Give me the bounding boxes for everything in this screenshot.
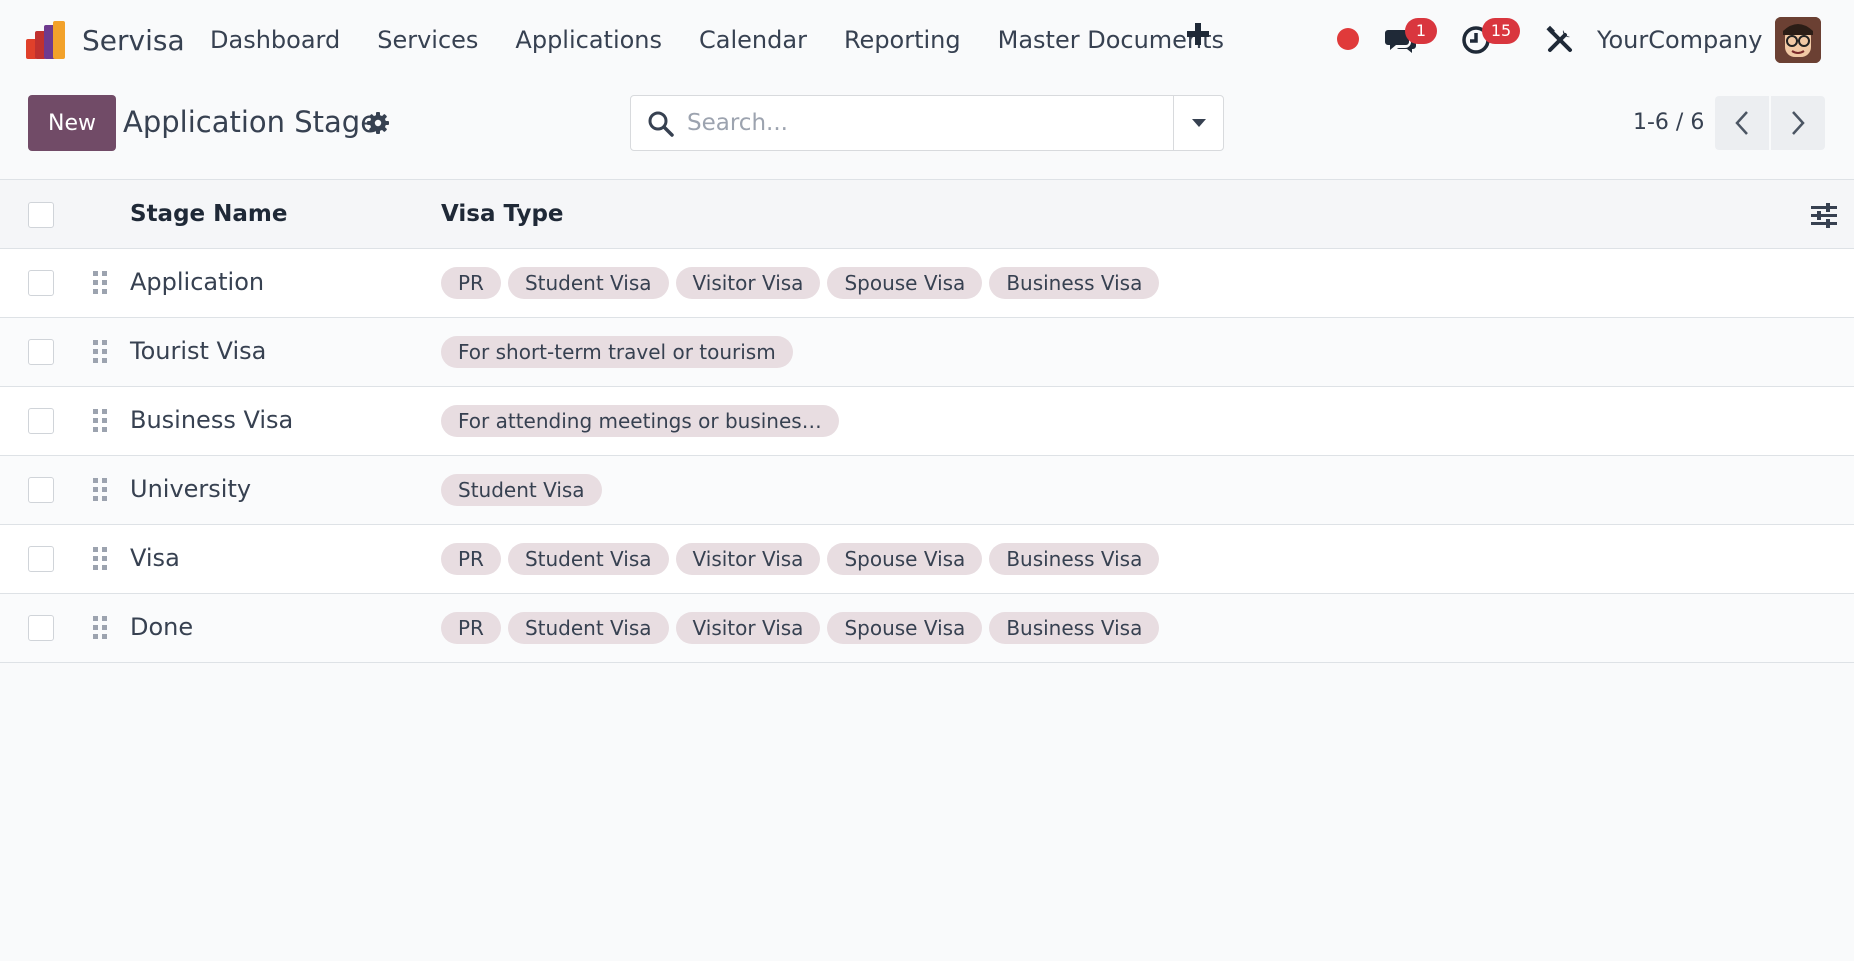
search-bar [630,95,1287,151]
table-body: Application PR Student Visa Visitor Visa Spo… [0,249,1854,663]
visa-type-tag: Student Visa [507,543,669,575]
visa-type-tag: Spouse Visa [827,543,983,575]
visa-type-tag: Spouse Visa [827,267,983,299]
table-row[interactable]: Business Visa For attending meetings or b… [0,387,1854,456]
pager-previous-button[interactable] [1715,96,1769,150]
visa-type-tag: Business Visa [989,612,1160,644]
page-title: Application Stage [123,105,379,139]
column-header-visa-type[interactable]: Visa Type [441,201,564,227]
visa-type-tag: For short-term travel or tourism [441,336,793,368]
visa-type-tags: PR Student Visa Visitor Visa Spouse Visa Bus… [441,543,1166,575]
visa-type-tag: PR [441,543,501,575]
activities-badge: 15 [1482,18,1520,44]
stage-name-cell[interactable]: Application [130,268,264,296]
stage-name-cell[interactable]: Business Visa [130,406,293,434]
table-row[interactable]: Application PR Student Visa Visitor Visa Spo… [0,249,1854,318]
table-row[interactable]: University Student Visa [0,456,1854,525]
search-options-toggle[interactable] [1174,96,1224,150]
visa-type-tags: For attending meetings or busines… [441,405,846,437]
user-avatar[interactable] [1775,17,1821,63]
tools-icon[interactable] [1545,25,1575,55]
chevron-right-icon [1792,111,1805,135]
stage-list-table: Stage Name Visa Type Application PR Studen… [0,179,1854,663]
visa-type-tag: Business Visa [989,267,1160,299]
gear-icon[interactable] [366,111,390,135]
menu-item-calendar[interactable]: Calendar [699,26,807,54]
visa-type-tag: PR [441,612,501,644]
visa-type-tag: Business Visa [989,543,1160,575]
stage-name-cell[interactable]: Tourist Visa [130,337,266,365]
row-checkbox[interactable] [28,270,54,296]
visa-type-tag: Visitor Visa [675,543,821,575]
menu-item-dashboard[interactable]: Dashboard [210,26,340,54]
table-header: Stage Name Visa Type [0,179,1854,249]
menu-item-services[interactable]: Services [377,26,478,54]
visa-type-tag: Student Visa [441,474,602,506]
visa-type-tags: PR Student Visa Visitor Visa Spouse Visa Bus… [441,267,1166,299]
main-menu: Dashboard Services Applications Calendar… [210,26,1261,54]
caret-down-icon [1192,119,1206,127]
search-icon [647,110,675,138]
row-checkbox[interactable] [28,408,54,434]
menu-item-applications[interactable]: Applications [515,26,662,54]
status-dot-icon[interactable] [1337,28,1359,50]
stage-name-cell[interactable]: Visa [130,544,180,572]
visa-type-tag: Visitor Visa [675,612,821,644]
visa-type-tags: For short-term travel or tourism [441,336,800,368]
drag-handle-icon[interactable] [91,545,109,573]
row-checkbox[interactable] [28,546,54,572]
menu-item-reporting[interactable]: Reporting [844,26,961,54]
plus-icon[interactable] [1186,22,1210,52]
visa-type-tag: Spouse Visa [827,612,983,644]
table-row[interactable]: Done PR Student Visa Visitor Visa Spouse Vis… [0,594,1854,663]
app-name[interactable]: Servisa [82,24,185,57]
visa-type-tags: PR Student Visa Visitor Visa Spouse Visa Bus… [441,612,1166,644]
row-checkbox[interactable] [28,477,54,503]
drag-handle-icon[interactable] [91,476,109,504]
visa-type-tag: Student Visa [507,267,669,299]
visa-type-tags: Student Visa [441,474,609,506]
drag-handle-icon[interactable] [91,407,109,435]
visa-type-tag: Visitor Visa [675,267,821,299]
visa-type-tag: For attending meetings or busines… [441,405,839,437]
stage-name-cell[interactable]: Done [130,613,193,641]
company-switcher[interactable]: YourCompany [1597,26,1762,54]
stage-name-cell[interactable]: University [130,475,251,503]
drag-handle-icon[interactable] [91,338,109,366]
visa-type-tag: PR [441,267,501,299]
optional-columns-sliders-icon[interactable] [1810,202,1838,228]
select-all-checkbox[interactable] [28,202,54,228]
new-button[interactable]: New [28,95,116,151]
visa-type-tag: Student Visa [507,612,669,644]
app-logo-icon[interactable] [26,21,66,61]
chevron-left-icon [1735,111,1748,135]
drag-handle-icon[interactable] [91,269,109,297]
pager-next-button[interactable] [1771,96,1825,150]
top-navbar: Servisa Dashboard Services Applications … [0,0,1854,80]
row-checkbox[interactable] [28,339,54,365]
messages-badge: 1 [1405,18,1437,44]
column-header-stage-name[interactable]: Stage Name [130,201,288,227]
table-row[interactable]: Visa PR Student Visa Visitor Visa Spouse Vis… [0,525,1854,594]
row-checkbox[interactable] [28,615,54,641]
table-row[interactable]: Tourist Visa For short-term travel or tou… [0,318,1854,387]
drag-handle-icon[interactable] [91,614,109,642]
pager-value[interactable]: 1-6 / 6 [1633,110,1704,135]
